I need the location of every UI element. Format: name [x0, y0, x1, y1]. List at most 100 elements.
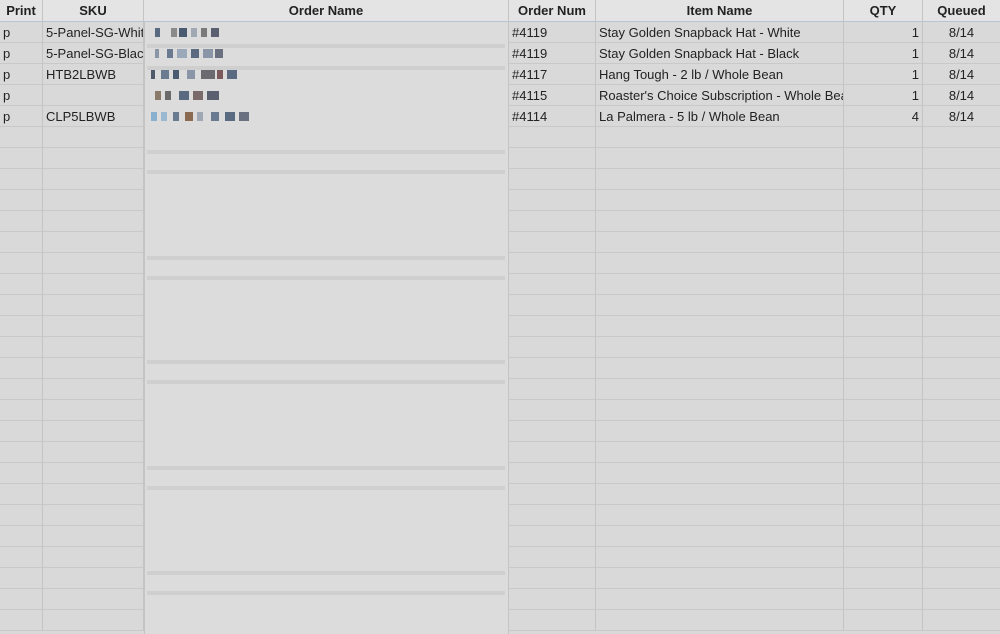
- cell-print[interactable]: [0, 505, 43, 526]
- cell-sku[interactable]: [43, 400, 144, 421]
- cell-print[interactable]: [0, 379, 43, 400]
- column-header-print[interactable]: Print: [0, 0, 43, 22]
- cell-print[interactable]: [0, 589, 43, 610]
- cell-print[interactable]: [0, 484, 43, 505]
- cell-queued[interactable]: [923, 421, 1000, 442]
- cell-order-num[interactable]: [509, 337, 596, 358]
- cell-item-name[interactable]: Stay Golden Snapback Hat - Black: [596, 43, 844, 64]
- cell-sku[interactable]: [43, 589, 144, 610]
- cell-item-name[interactable]: Hang Tough - 2 lb / Whole Bean: [596, 64, 844, 85]
- cell-sku[interactable]: [43, 526, 144, 547]
- cell-item-name[interactable]: [596, 358, 844, 379]
- cell-qty[interactable]: [844, 400, 923, 421]
- cell-item-name[interactable]: [596, 505, 844, 526]
- cell-item-name[interactable]: [596, 442, 844, 463]
- cell-print[interactable]: [0, 127, 43, 148]
- cell-print[interactable]: [0, 463, 43, 484]
- cell-qty[interactable]: [844, 505, 923, 526]
- cell-order-num[interactable]: #4117: [509, 64, 596, 85]
- cell-sku[interactable]: [43, 463, 144, 484]
- cell-print[interactable]: [0, 547, 43, 568]
- cell-item-name[interactable]: [596, 337, 844, 358]
- cell-order-num[interactable]: [509, 610, 596, 631]
- cell-order-num[interactable]: [509, 526, 596, 547]
- cell-item-name[interactable]: [596, 400, 844, 421]
- cell-queued[interactable]: 8/14: [923, 106, 1000, 127]
- cell-print[interactable]: p: [0, 64, 43, 85]
- cell-print[interactable]: [0, 211, 43, 232]
- cell-sku[interactable]: [43, 211, 144, 232]
- cell-sku[interactable]: [43, 169, 144, 190]
- cell-qty[interactable]: [844, 589, 923, 610]
- cell-qty[interactable]: [844, 610, 923, 631]
- column-header-item-name[interactable]: Item Name: [596, 0, 844, 22]
- cell-sku[interactable]: [43, 568, 144, 589]
- cell-queued[interactable]: [923, 337, 1000, 358]
- cell-order-num[interactable]: [509, 274, 596, 295]
- cell-print[interactable]: [0, 337, 43, 358]
- cell-queued[interactable]: [923, 379, 1000, 400]
- cell-sku[interactable]: [43, 148, 144, 169]
- cell-item-name[interactable]: [596, 610, 844, 631]
- cell-print[interactable]: [0, 253, 43, 274]
- cell-print[interactable]: [0, 190, 43, 211]
- cell-queued[interactable]: [923, 190, 1000, 211]
- cell-print[interactable]: [0, 274, 43, 295]
- cell-item-name[interactable]: [596, 568, 844, 589]
- cell-order-num[interactable]: [509, 379, 596, 400]
- cell-qty[interactable]: [844, 568, 923, 589]
- cell-queued[interactable]: [923, 274, 1000, 295]
- cell-sku[interactable]: [43, 484, 144, 505]
- cell-print[interactable]: p: [0, 43, 43, 64]
- column-header-sku[interactable]: SKU: [43, 0, 144, 22]
- cell-order-num[interactable]: [509, 421, 596, 442]
- column-header-order-name[interactable]: Order Name: [144, 0, 509, 22]
- cell-queued[interactable]: [923, 610, 1000, 631]
- cell-qty[interactable]: [844, 253, 923, 274]
- cell-print[interactable]: p: [0, 85, 43, 106]
- cell-queued[interactable]: 8/14: [923, 85, 1000, 106]
- cell-queued[interactable]: [923, 316, 1000, 337]
- cell-queued[interactable]: [923, 295, 1000, 316]
- cell-sku[interactable]: [43, 421, 144, 442]
- cell-order-num[interactable]: [509, 547, 596, 568]
- cell-order-num[interactable]: [509, 169, 596, 190]
- cell-order-num[interactable]: [509, 505, 596, 526]
- cell-order-num[interactable]: [509, 253, 596, 274]
- cell-qty[interactable]: 4: [844, 106, 923, 127]
- cell-qty[interactable]: [844, 547, 923, 568]
- cell-order-num[interactable]: #4119: [509, 22, 596, 43]
- cell-order-num[interactable]: [509, 589, 596, 610]
- cell-queued[interactable]: [923, 505, 1000, 526]
- cell-item-name[interactable]: La Palmera - 5 lb / Whole Bean: [596, 106, 844, 127]
- cell-print[interactable]: [0, 526, 43, 547]
- cell-print[interactable]: [0, 148, 43, 169]
- cell-qty[interactable]: 1: [844, 64, 923, 85]
- cell-order-num[interactable]: #4119: [509, 43, 596, 64]
- column-header-queued[interactable]: Queued: [923, 0, 1000, 22]
- cell-queued[interactable]: [923, 211, 1000, 232]
- cell-order-num[interactable]: #4114: [509, 106, 596, 127]
- cell-queued[interactable]: [923, 127, 1000, 148]
- cell-order-num[interactable]: #4115: [509, 85, 596, 106]
- cell-qty[interactable]: 1: [844, 85, 923, 106]
- cell-order-num[interactable]: [509, 295, 596, 316]
- cell-order-num[interactable]: [509, 568, 596, 589]
- cell-sku[interactable]: [43, 505, 144, 526]
- cell-print[interactable]: p: [0, 22, 43, 43]
- cell-sku[interactable]: [43, 85, 144, 106]
- cell-order-num[interactable]: [509, 442, 596, 463]
- cell-sku[interactable]: CLP5LBWB: [43, 106, 144, 127]
- cell-sku[interactable]: [43, 358, 144, 379]
- cell-item-name[interactable]: [596, 169, 844, 190]
- cell-qty[interactable]: [844, 127, 923, 148]
- cell-order-num[interactable]: [509, 400, 596, 421]
- cell-order-num[interactable]: [509, 232, 596, 253]
- cell-qty[interactable]: 1: [844, 22, 923, 43]
- cell-queued[interactable]: [923, 169, 1000, 190]
- cell-qty[interactable]: [844, 442, 923, 463]
- cell-order-num[interactable]: [509, 316, 596, 337]
- cell-order-num[interactable]: [509, 358, 596, 379]
- cell-qty[interactable]: [844, 232, 923, 253]
- cell-qty[interactable]: [844, 463, 923, 484]
